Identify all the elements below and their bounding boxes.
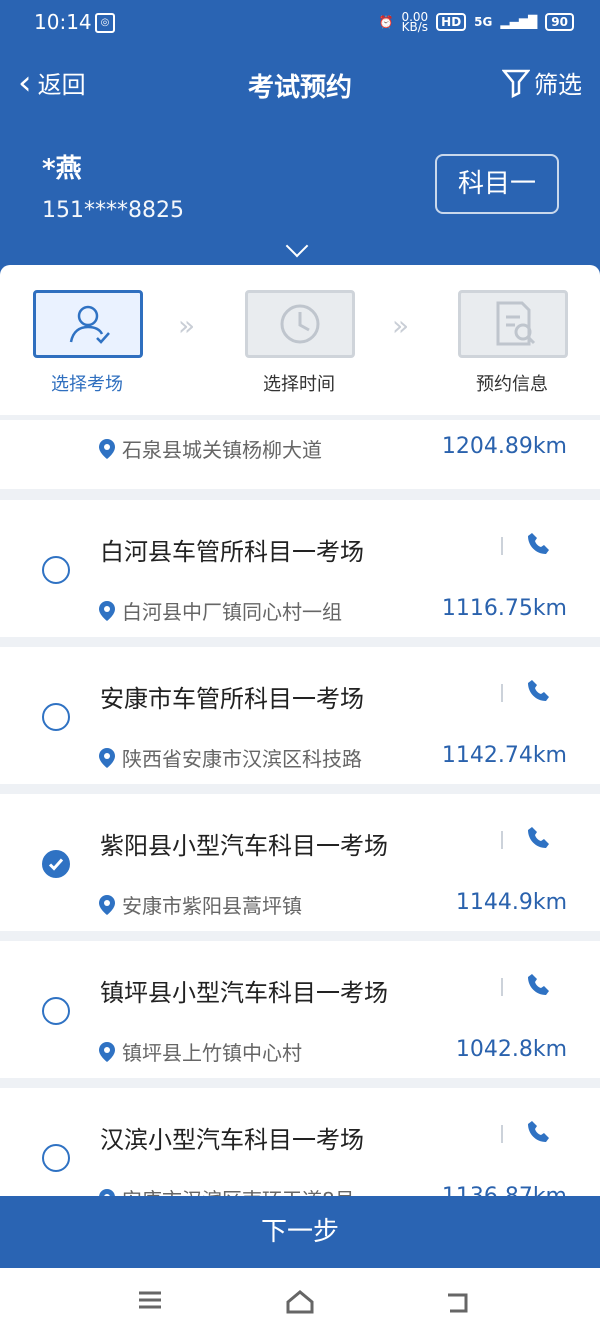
check-icon — [48, 858, 64, 871]
venue-radio-checked[interactable] — [42, 850, 70, 878]
subject-button[interactable]: 科目一 — [435, 154, 559, 214]
list-item[interactable]: 汉滨小型汽车科目一考场 安康市汉滨区南环干道8号 1136.87km — [0, 1088, 600, 1200]
back-arrow-icon[interactable] — [444, 1288, 474, 1316]
venue-distance: 1116.75km — [441, 596, 567, 621]
battery-badge: 90 — [545, 13, 574, 31]
navigation-bar: ‹ 返回 考试预约 筛选 — [0, 55, 600, 113]
location-pin-icon — [99, 747, 115, 768]
venue-name: 白河县车管所科目一考场 — [100, 538, 364, 566]
venue-radio[interactable] — [42, 1144, 70, 1172]
divider — [501, 831, 503, 849]
venue-name: 汉滨小型汽车科目一考场 — [100, 1126, 364, 1154]
phone-icon[interactable] — [526, 530, 552, 556]
user-phone: 151****8825 — [42, 198, 184, 223]
venue-distance: 1204.89km — [441, 434, 567, 459]
venue-list[interactable]: 石泉县城关镇杨柳大道 1204.89km 白河县车管所科目一考场 白河县中厂镇同… — [0, 420, 600, 1200]
home-icon[interactable] — [284, 1288, 316, 1316]
clock-icon — [280, 304, 320, 344]
venue-address: 石泉县城关镇杨柳大道 — [98, 434, 322, 463]
venue-radio[interactable] — [42, 703, 70, 731]
venue-distance: 1042.8km — [455, 1037, 567, 1062]
venue-radio[interactable] — [42, 997, 70, 1025]
venue-address: 白河县中厂镇同心村一组 — [98, 596, 342, 625]
alarm-icon: ⏰ — [378, 15, 394, 29]
step-label-select-time: 选择时间 — [263, 374, 335, 395]
status-time: 10:14 — [34, 10, 92, 34]
divider — [501, 978, 503, 996]
person-check-icon — [69, 305, 110, 344]
venue-distance: 1142.74km — [441, 743, 567, 768]
network-speed: 0.00 KB/s — [401, 10, 429, 34]
list-item[interactable]: 安康市车管所科目一考场 陕西省安康市汉滨区科技路 1142.74km — [0, 647, 600, 784]
phone-icon[interactable] — [526, 1118, 552, 1144]
hd-badge: HD — [436, 13, 467, 31]
venue-name: 紫阳县小型汽车科目一考场 — [100, 832, 388, 860]
location-pin-icon — [99, 438, 115, 459]
venue-address: 镇坪县上竹镇中心村 — [98, 1037, 302, 1066]
phone-icon[interactable] — [526, 971, 552, 997]
step-select-venue[interactable] — [33, 290, 143, 358]
step-select-time[interactable] — [245, 290, 355, 358]
venue-radio[interactable] — [42, 556, 70, 584]
header: 10:14 ◎ ⏰ 0.00 KB/s HD 5G ▂▄▆█ 90 ‹ 返回 考试… — [0, 0, 600, 300]
document-search-icon — [496, 301, 536, 346]
chevron-down-icon[interactable] — [285, 234, 309, 258]
filter-label: 筛选 — [534, 71, 582, 99]
status-bar: 10:14 ◎ ⏰ 0.00 KB/s HD 5G ▂▄▆█ 90 — [0, 0, 600, 48]
location-pin-icon — [99, 894, 115, 915]
filter-button[interactable]: 筛选 — [502, 65, 582, 100]
app-notification-icon: ◎ — [95, 13, 115, 33]
step-label-select-venue: 选择考场 — [51, 374, 123, 395]
signal-icon: ▂▄▆█ — [500, 15, 538, 29]
step-progress: » » 选择考场 选择时间 预约信息 — [0, 265, 600, 415]
menu-icon[interactable] — [136, 1288, 164, 1312]
next-step-button[interactable]: 下一步 — [0, 1196, 600, 1268]
phone-icon[interactable] — [526, 677, 552, 703]
location-pin-icon — [99, 600, 115, 621]
chevron-right-icon: » — [392, 309, 410, 342]
divider — [501, 684, 503, 702]
venue-address: 安康市紫阳县蒿坪镇 — [98, 890, 302, 919]
location-pin-icon — [99, 1041, 115, 1062]
divider — [501, 537, 503, 555]
chevron-right-icon: » — [178, 309, 196, 342]
list-item[interactable]: 白河县车管所科目一考场 白河县中厂镇同心村一组 1116.75km — [0, 500, 600, 637]
venue-name: 安康市车管所科目一考场 — [100, 685, 364, 713]
system-navigation-bar — [0, 1268, 600, 1337]
divider — [501, 1125, 503, 1143]
user-name: *燕 — [42, 154, 82, 184]
venue-distance: 1144.9km — [455, 890, 567, 915]
venue-address: 陕西省安康市汉滨区科技路 — [98, 743, 362, 772]
status-icons: ⏰ 0.00 KB/s HD 5G ▂▄▆█ 90 — [378, 10, 574, 34]
filter-icon — [502, 69, 530, 98]
phone-icon[interactable] — [526, 824, 552, 850]
list-item[interactable]: 石泉县城关镇杨柳大道 1204.89km — [0, 420, 600, 489]
venue-name: 镇坪县小型汽车科目一考场 — [100, 979, 388, 1007]
list-item[interactable]: 镇坪县小型汽车科目一考场 镇坪县上竹镇中心村 1042.8km — [0, 941, 600, 1078]
step-booking-info[interactable] — [458, 290, 568, 358]
step-label-booking-info: 预约信息 — [476, 374, 548, 395]
signal-label: 5G — [474, 15, 493, 29]
list-item[interactable]: 紫阳县小型汽车科目一考场 安康市紫阳县蒿坪镇 1144.9km — [0, 794, 600, 931]
